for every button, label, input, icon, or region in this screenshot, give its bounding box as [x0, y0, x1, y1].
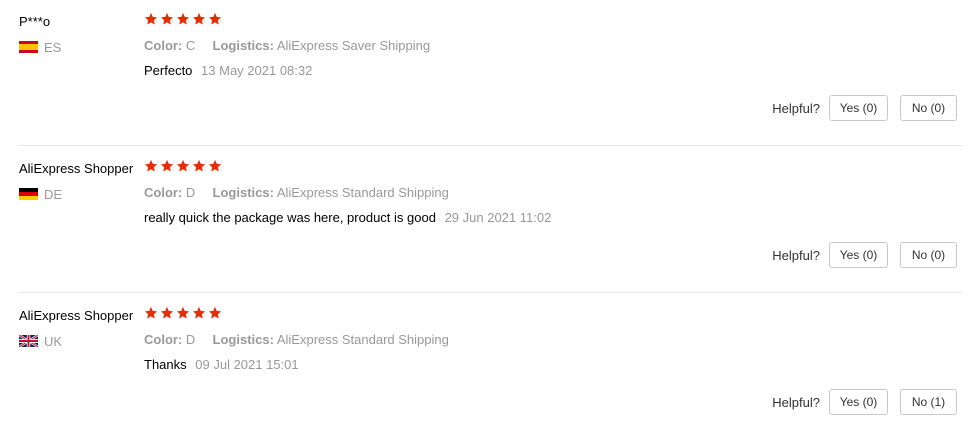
review-divider	[18, 292, 963, 293]
helpful-label: Helpful?	[772, 247, 820, 263]
order-info: Color: C Logistics: AliExpress Saver Shi…	[144, 38, 430, 53]
color-label: Color:	[144, 332, 183, 347]
star-icon	[160, 12, 174, 26]
logistics-value: AliExpress Standard Shipping	[276, 185, 449, 200]
logistics-value: AliExpress Standard Shipping	[276, 332, 449, 347]
helpful-yes-button[interactable]: Yes (0)	[829, 389, 888, 415]
star-rating	[144, 12, 222, 26]
color-value: D	[185, 332, 196, 347]
review-date: 29 Jun 2021 11:02	[444, 210, 552, 225]
star-icon	[176, 306, 190, 320]
reviewer-name: AliExpress Shopper	[19, 161, 134, 176]
review-text: Thanks	[144, 357, 187, 372]
star-icon	[160, 159, 174, 173]
star-icon	[192, 159, 206, 173]
logistics-label: Logistics:	[212, 332, 274, 347]
star-icon	[208, 12, 222, 26]
country-code: DE	[44, 186, 63, 202]
review-item: AliExpress Shopper UK Color: D Logistics…	[0, 294, 972, 441]
review-feedback: Perfecto 13 May 2021 08:32	[144, 63, 312, 78]
helpful-vote: Helpful? Yes (0) No (0)	[772, 242, 957, 268]
review-text: Perfecto	[144, 63, 193, 78]
country-code: ES	[44, 39, 62, 55]
review-date: 13 May 2021 08:32	[201, 63, 313, 78]
country-code: UK	[44, 333, 63, 349]
star-icon	[208, 159, 222, 173]
color-value: C	[185, 38, 196, 53]
uk-flag-icon	[19, 335, 38, 347]
order-info: Color: D Logistics: AliExpress Standard …	[144, 185, 449, 200]
helpful-yes-button[interactable]: Yes (0)	[829, 242, 888, 268]
reviewer-name: P***o	[19, 14, 51, 29]
star-icon	[144, 159, 158, 173]
reviewer-name: AliExpress Shopper	[19, 308, 134, 323]
star-icon	[176, 12, 190, 26]
helpful-label: Helpful?	[772, 100, 820, 116]
star-icon	[208, 306, 222, 320]
logistics-label: Logistics:	[212, 38, 274, 53]
review-date: 09 Jul 2021 15:01	[195, 357, 299, 372]
color-label: Color:	[144, 185, 183, 200]
reviewer-country: DE	[19, 186, 62, 202]
helpful-vote: Helpful? Yes (0) No (1)	[772, 389, 957, 415]
helpful-no-button[interactable]: No (0)	[900, 242, 957, 268]
star-icon	[160, 306, 174, 320]
review-item: P***o ES Color: C Logistics: AliExpress …	[0, 0, 972, 147]
star-icon	[144, 306, 158, 320]
helpful-vote: Helpful? Yes (0) No (0)	[772, 95, 957, 121]
star-icon	[176, 159, 190, 173]
logistics-label: Logistics:	[212, 185, 274, 200]
spain-flag-icon	[19, 41, 38, 53]
germany-flag-icon	[19, 188, 38, 200]
star-rating	[144, 306, 222, 320]
color-label: Color:	[144, 38, 183, 53]
order-info: Color: D Logistics: AliExpress Standard …	[144, 332, 449, 347]
star-rating	[144, 159, 222, 173]
review-divider	[18, 145, 963, 146]
review-feedback: Thanks 09 Jul 2021 15:01	[144, 357, 299, 372]
review-item: AliExpress Shopper DE Color: D Logistics…	[0, 147, 972, 294]
helpful-no-button[interactable]: No (0)	[900, 95, 957, 121]
color-value: D	[185, 185, 196, 200]
review-feedback: really quick the package was here, produ…	[144, 210, 551, 225]
logistics-value: AliExpress Saver Shipping	[276, 38, 431, 53]
reviewer-country: ES	[19, 39, 61, 55]
star-icon	[192, 12, 206, 26]
reviewer-country: UK	[19, 333, 62, 349]
review-text: really quick the package was here, produ…	[144, 210, 436, 225]
star-icon	[192, 306, 206, 320]
helpful-label: Helpful?	[772, 394, 820, 410]
helpful-yes-button[interactable]: Yes (0)	[829, 95, 888, 121]
helpful-no-button[interactable]: No (1)	[900, 389, 957, 415]
star-icon	[144, 12, 158, 26]
